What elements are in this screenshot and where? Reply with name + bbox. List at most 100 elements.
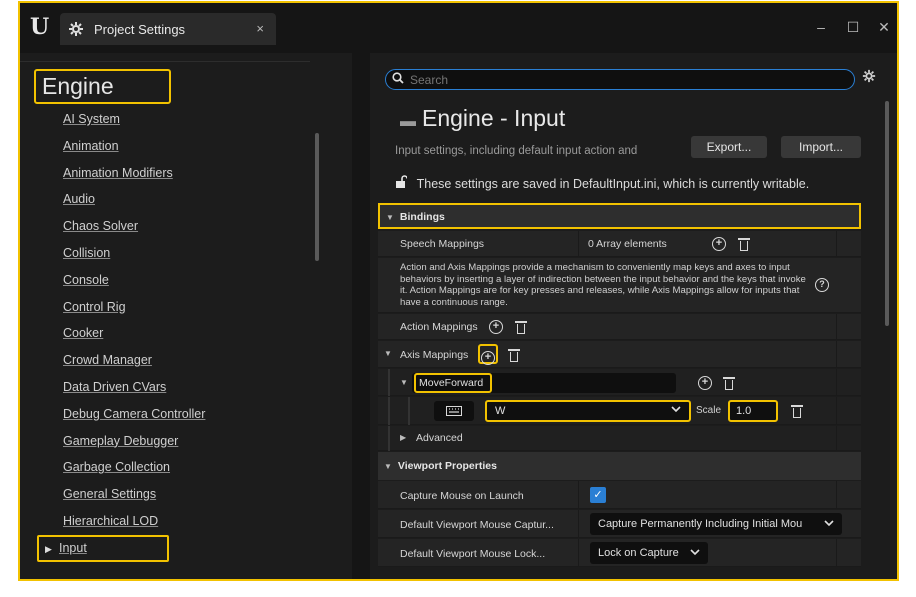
key-dropdown[interactable]: W [485, 400, 691, 422]
sidebar-nav-list: AI System Animation Animation Modifiers … [20, 106, 320, 562]
sidebar-item-chaos-solver[interactable]: Chaos Solver [20, 213, 320, 240]
speech-mappings-label: Speech Mappings [400, 238, 485, 250]
page-title-text: Engine - Input [422, 105, 566, 131]
column-divider [836, 481, 837, 508]
chevron-down-icon [824, 513, 834, 535]
tab-title: Project Settings [94, 21, 186, 37]
sidebar-item-data-driven-cvars[interactable]: Data Driven CVars [20, 374, 320, 401]
plus-icon: + [481, 351, 495, 365]
sidebar-item-hierarchical-lod[interactable]: Hierarchical LOD [20, 508, 320, 535]
sidebar-item-garbage-collection[interactable]: Garbage Collection [20, 454, 320, 481]
default-capture-dropdown[interactable]: Capture Permanently Including Initial Mo… [590, 513, 842, 535]
sidebar-item-label: Animation [63, 138, 119, 153]
sidebar-item-crowd-manager[interactable]: Crowd Manager [20, 347, 320, 374]
collapse-dash-icon[interactable]: ▬ [400, 113, 416, 130]
expand-triangle-icon[interactable]: ▼ [400, 378, 408, 387]
column-divider [836, 397, 837, 424]
tab-project-settings[interactable]: Project Settings × [60, 13, 276, 45]
sidebar-item-label: AI System [63, 112, 120, 126]
gear-icon[interactable] [862, 69, 876, 88]
trash-icon[interactable] [515, 320, 527, 334]
sidebar-item-label: Animation Modifiers [63, 165, 173, 180]
sidebar-item-control-rig[interactable]: Control Rig [20, 294, 320, 321]
expand-triangle-icon[interactable]: ▼ [384, 349, 392, 358]
sidebar-item-collision[interactable]: Collision [20, 240, 320, 267]
capture-mouse-label: Capture Mouse on Launch [400, 490, 524, 502]
tab-close-icon[interactable]: × [256, 21, 264, 36]
bindings-section-header[interactable]: ▼ Bindings [378, 203, 861, 229]
column-divider [836, 314, 837, 339]
add-axis-mapping-button[interactable]: + [478, 344, 498, 365]
sidebar-category-engine[interactable]: Engine [34, 69, 171, 104]
search-input[interactable] [410, 72, 810, 87]
scale-label: Scale [696, 405, 722, 416]
axis-mappings-label: Axis Mappings [400, 349, 469, 361]
axis-mappings-row: ▼ Axis Mappings + [378, 341, 861, 368]
action-mappings-label: Action Mappings [400, 321, 478, 333]
search-icon [392, 72, 404, 87]
sidebar-item-label: Collision [63, 245, 111, 260]
expand-triangle-icon: ▼ [386, 213, 394, 222]
sidebar-item-general-settings[interactable]: General Settings [20, 481, 320, 508]
chevron-down-icon [690, 542, 700, 564]
axis-key-row: W Scale 1.0 [378, 397, 861, 425]
trash-icon[interactable] [791, 404, 803, 418]
maximize-button[interactable]: ☐ [843, 17, 863, 37]
column-divider [578, 539, 579, 566]
sidebar-item-label: General Settings [63, 487, 157, 502]
default-capture-label: Default Viewport Mouse Captur... [400, 519, 554, 531]
indent-bar [388, 369, 390, 396]
key-selector-button[interactable] [434, 401, 474, 421]
trash-icon[interactable] [508, 348, 520, 362]
sidebar-item-ai-system[interactable]: AI System [20, 106, 320, 133]
page-description: Input settings, including default input … [395, 145, 638, 157]
column-divider [578, 231, 579, 256]
sidebar-item-label: Cooker [63, 326, 104, 341]
sidebar-item-animation-modifiers[interactable]: Animation Modifiers [20, 160, 320, 187]
column-divider [578, 481, 579, 508]
scale-input[interactable]: 1.0 [728, 400, 778, 422]
sidebar-item-label: Data Driven CVars [63, 379, 167, 394]
expand-triangle-icon: ▼ [384, 462, 392, 471]
title-bar: U Project Settings × – ☐ ✕ [20, 3, 897, 53]
import-button[interactable]: Import... [781, 136, 861, 158]
axis-name-input[interactable]: MoveForward [414, 373, 492, 393]
advanced-row[interactable]: ▶ Advanced [378, 426, 861, 451]
indent-bar [408, 397, 410, 425]
add-key-icon[interactable]: + [698, 376, 712, 390]
sidebar-item-input[interactable]: ▶ Input [37, 534, 169, 562]
advanced-label: Advanced [416, 432, 463, 444]
sidebar-item-audio[interactable]: Audio [20, 186, 320, 213]
section-title: Viewport Properties [397, 460, 497, 472]
details-scrollbar[interactable] [885, 101, 889, 326]
sidebar-item-console[interactable]: Console [20, 267, 320, 294]
speech-mappings-row: Speech Mappings 0 Array elements + [378, 231, 861, 257]
sidebar-item-label: Audio [63, 192, 95, 207]
capture-mouse-row: Capture Mouse on Launch ✓ [378, 481, 861, 509]
add-element-icon[interactable]: + [712, 237, 726, 251]
sidebar-item-label: Input [59, 540, 87, 555]
close-window-button[interactable]: ✕ [874, 17, 894, 37]
default-lock-dropdown[interactable]: Lock on Capture [590, 542, 708, 564]
settings-details-panel: ▬ Engine - Input Input settings, includin… [370, 53, 897, 579]
sidebar-item-cooker[interactable]: Cooker [20, 320, 320, 347]
column-divider [578, 510, 579, 537]
sidebar-item-debug-camera-controller[interactable]: Debug Camera Controller [20, 401, 320, 428]
trash-icon[interactable] [723, 376, 735, 390]
sidebar-scrollbar[interactable] [315, 133, 319, 261]
search-box[interactable] [385, 69, 855, 90]
help-icon[interactable]: ? [815, 278, 829, 292]
viewport-properties-section-header[interactable]: ▼ Viewport Properties [378, 452, 861, 480]
sidebar-item-animation[interactable]: Animation [20, 133, 320, 160]
export-button[interactable]: Export... [691, 136, 767, 158]
writable-notice-text: These settings are saved in DefaultInput… [416, 177, 810, 191]
add-action-mapping-icon[interactable]: + [489, 320, 503, 334]
default-lock-row: Default Viewport Mouse Lock... Lock on C… [378, 539, 861, 567]
minimize-button[interactable]: – [811, 17, 831, 37]
mappings-help-row: Action and Axis Mappings provide a mecha… [378, 258, 861, 313]
trash-icon[interactable] [738, 237, 750, 251]
sidebar-item-gameplay-debugger[interactable]: Gameplay Debugger [20, 428, 320, 455]
axis-mapping-moveforward-row: ▼ MoveForward + [378, 369, 861, 396]
sidebar-item-label: Crowd Manager [63, 353, 152, 368]
capture-mouse-checkbox[interactable]: ✓ [590, 487, 606, 503]
